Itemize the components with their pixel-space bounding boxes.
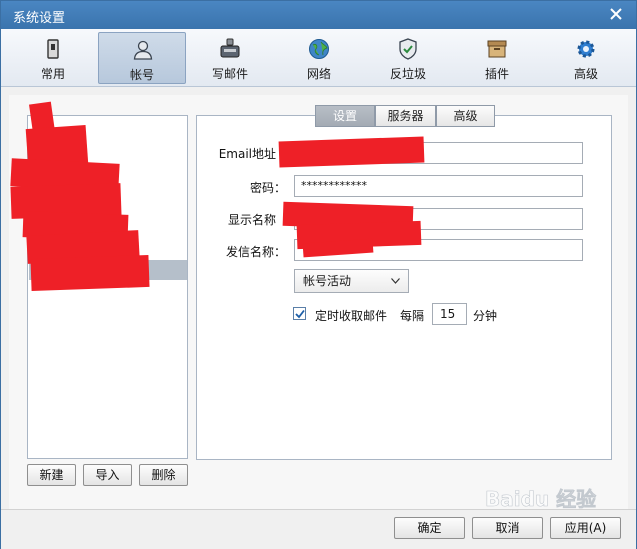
password-label: 密码： — [249, 181, 286, 195]
toolbar-item-general[interactable]: 常用 — [9, 32, 97, 84]
display-name-label: 显示名称 — [227, 213, 276, 227]
toolbar-item-antispam[interactable]: 反垃圾 — [364, 32, 452, 84]
interval-unit-label: 分钟 — [473, 309, 498, 323]
ok-button[interactable]: 确定 — [394, 517, 465, 539]
cancel-button[interactable]: 取消 — [472, 517, 543, 539]
interval-prefix-label: 每隔 — [400, 309, 425, 323]
user-icon — [133, 40, 153, 60]
toolbar-label: 插件 — [484, 67, 509, 81]
account-status-select[interactable]: 帐号活动 — [294, 269, 409, 293]
gear-icon — [577, 40, 595, 58]
tab-settings[interactable]: 设置 — [315, 105, 375, 127]
toolbar-label: 帐号 — [129, 68, 154, 82]
fetch-interval-input[interactable]: 15 — [432, 303, 467, 325]
baidu-watermark: Baidu 经验 — [485, 487, 597, 512]
import-account-button[interactable]: 导入 — [83, 464, 132, 486]
toolbar-item-advanced[interactable]: 高级 — [542, 32, 630, 84]
sender-name-label: 发信名称： — [225, 245, 286, 259]
password-field[interactable]: ************ — [294, 175, 583, 197]
compose-icon — [220, 38, 240, 58]
box-icon — [487, 40, 507, 58]
new-account-button[interactable]: 新建 — [27, 464, 76, 486]
auto-fetch-label: 定时收取邮件 — [315, 309, 388, 323]
checkmark-icon — [295, 309, 305, 319]
delete-account-button[interactable]: 删除 — [139, 464, 188, 486]
toolbar-label: 高级 — [573, 67, 598, 81]
email-label: Email地址 — [218, 147, 276, 161]
watermark-text: Baidu 经验 — [485, 487, 596, 511]
account-status-value: 帐号活动 — [303, 274, 352, 288]
phone-icon — [47, 39, 59, 59]
toolbar-item-account[interactable]: 帐号 — [98, 32, 186, 84]
chevron-down-icon — [391, 278, 400, 284]
tab-advanced[interactable]: 高级 — [436, 105, 495, 127]
toolbar-item-network[interactable]: 网络 — [275, 32, 363, 84]
toolbar-label: 网络 — [306, 67, 331, 81]
redaction — [30, 254, 150, 292]
close-icon[interactable] — [608, 6, 624, 22]
window-title: 系统设置 — [13, 11, 66, 26]
apply-button[interactable]: 应用(A) — [550, 517, 621, 539]
toolbar-label: 反垃圾 — [389, 67, 426, 81]
settings-window: 系统设置 常用 帐号 写邮件 网络 反垃圾 插件 高级 新建 导入 删除 设置 … — [0, 0, 637, 549]
redaction — [278, 136, 425, 168]
toolbar-item-plugins[interactable]: 插件 — [453, 32, 541, 84]
title-bar[interactable]: 系统设置 — [1, 1, 636, 29]
toolbar-label: 常用 — [40, 67, 65, 81]
tab-server[interactable]: 服务器 — [375, 105, 436, 127]
toolbar-label: 写邮件 — [211, 67, 248, 81]
toolbar-item-compose[interactable]: 写邮件 — [186, 32, 274, 84]
globe-icon — [309, 39, 329, 59]
shield-icon — [399, 38, 417, 60]
settings-toolbar: 常用 帐号 写邮件 网络 反垃圾 插件 高级 — [1, 29, 636, 87]
auto-fetch-checkbox[interactable] — [293, 307, 306, 320]
